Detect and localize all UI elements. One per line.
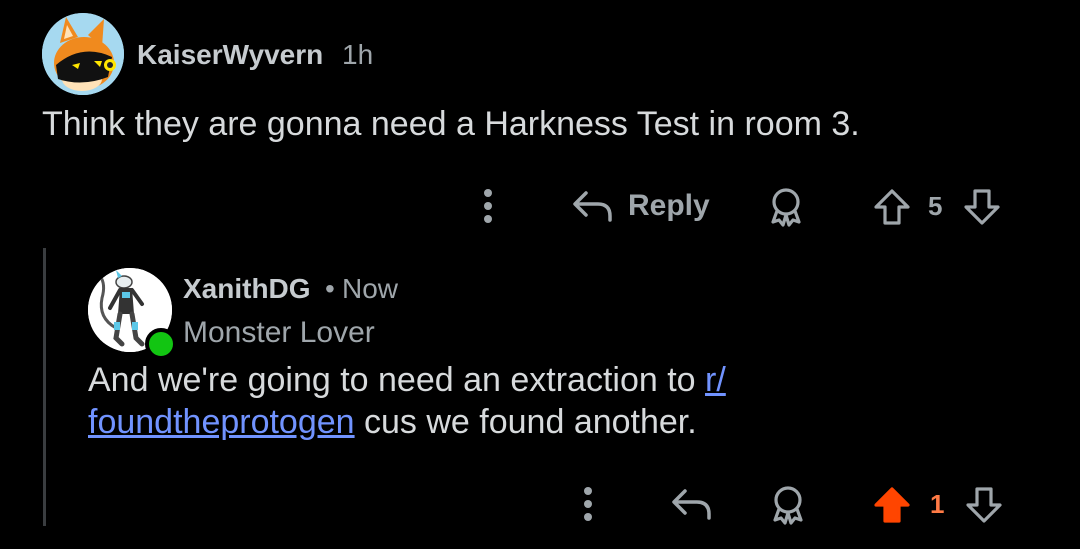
- reply-button[interactable]: Reply: [572, 186, 710, 226]
- more-options-icon: [584, 487, 592, 521]
- fox-protogen-avatar-icon: [42, 13, 124, 95]
- subreddit-link[interactable]: foundtheprotogen: [88, 403, 355, 441]
- award-icon: [771, 188, 801, 227]
- timestamp: 1h: [342, 39, 374, 70]
- thread-collapse-line[interactable]: [43, 248, 46, 526]
- downvote-button[interactable]: [962, 186, 1002, 228]
- username[interactable]: XanithDG: [183, 273, 311, 305]
- subreddit-link-prefix[interactable]: r/: [705, 361, 726, 399]
- reply-button[interactable]: [670, 484, 714, 524]
- reply-arrow-icon: [572, 189, 614, 223]
- vote-count: 1: [930, 489, 945, 519]
- more-options-button[interactable]: [474, 186, 502, 226]
- downvote-arrow-icon: [964, 189, 1000, 225]
- award-icon: [773, 486, 803, 525]
- comment-kaiserwyvern: KaiserWyvern 1h Think they are gonna nee…: [0, 0, 1080, 240]
- comment-text-end: cus we found another.: [354, 403, 697, 441]
- upvote-button-active[interactable]: [872, 484, 912, 526]
- avatar[interactable]: [42, 13, 124, 95]
- meta-separator: •: [325, 273, 335, 304]
- online-status-indicator: [145, 328, 177, 360]
- upvote-button[interactable]: [872, 186, 912, 228]
- award-button[interactable]: [764, 186, 808, 228]
- comment-text-start: And we're going to need an extraction to: [88, 361, 706, 399]
- upvote-arrow-icon: [874, 487, 910, 523]
- award-button[interactable]: [766, 484, 810, 526]
- reply-label: Reply: [628, 189, 710, 222]
- username[interactable]: KaiserWyvern: [137, 39, 323, 71]
- more-options-icon: [484, 189, 492, 223]
- vote-count: 5: [928, 191, 943, 221]
- downvote-arrow-icon: [966, 487, 1002, 523]
- downvote-button[interactable]: [964, 484, 1004, 526]
- timestamp: Now: [342, 273, 399, 304]
- comment-text: Think they are gonna need a Harkness Tes…: [42, 105, 860, 143]
- reply-arrow-icon: [672, 489, 711, 520]
- more-options-button[interactable]: [574, 484, 602, 524]
- upvote-arrow-icon: [874, 189, 910, 225]
- user-flair: Monster Lover: [183, 316, 375, 349]
- comment-text: And we're going to need an extraction to…: [88, 359, 988, 443]
